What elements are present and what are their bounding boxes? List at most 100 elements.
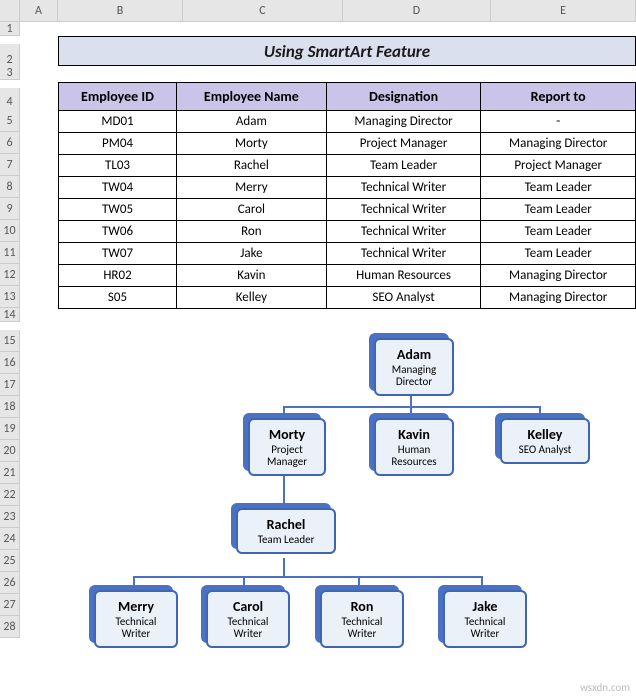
table-row: MD01AdamManaging Director- <box>59 111 636 133</box>
table-cell[interactable]: Project Manager <box>481 155 636 177</box>
row-header-1[interactable]: 1 <box>0 22 20 36</box>
row-header-20[interactable]: 20 <box>0 440 20 462</box>
table-cell[interactable]: Team Leader <box>326 155 481 177</box>
table-cell[interactable]: TW07 <box>59 243 177 265</box>
row-header-12[interactable]: 12 <box>0 264 20 286</box>
col-header-B[interactable]: B <box>58 0 183 22</box>
th-report-to[interactable]: Report to <box>481 83 636 111</box>
connector <box>133 576 135 590</box>
table-cell[interactable]: Morty <box>177 133 327 155</box>
th-employee-id[interactable]: Employee ID <box>59 83 177 111</box>
table-cell[interactable]: Human Resources <box>326 265 481 287</box>
table-cell[interactable]: Project Manager <box>326 133 481 155</box>
corner-cell[interactable] <box>0 0 20 22</box>
row-header-5[interactable]: 5 <box>0 110 20 132</box>
row-header-11[interactable]: 11 <box>0 242 20 264</box>
table-cell[interactable]: Team Leader <box>481 199 636 221</box>
org-node-carol[interactable]: Carol TechnicalWriter <box>206 590 290 648</box>
table-row: TW04MerryTechnical WriterTeam Leader <box>59 177 636 199</box>
table-cell[interactable]: Technical Writer <box>326 199 481 221</box>
table-cell[interactable]: Kelley <box>177 287 327 309</box>
row-header-23[interactable]: 23 <box>0 506 20 528</box>
table-cell[interactable]: Adam <box>177 111 327 133</box>
table-cell[interactable]: Technical Writer <box>326 221 481 243</box>
table-cell[interactable]: Carol <box>177 199 327 221</box>
row-header-6[interactable]: 6 <box>0 132 20 154</box>
table-cell[interactable]: Ron <box>177 221 327 243</box>
row-header-7[interactable]: 7 <box>0 154 20 176</box>
row-header-22[interactable]: 22 <box>0 484 20 506</box>
row-header-21[interactable]: 21 <box>0 462 20 484</box>
table-cell[interactable]: TW05 <box>59 199 177 221</box>
node-name: Jake <box>453 598 517 615</box>
row-header-15[interactable]: 15 <box>0 330 20 352</box>
table-header-row: Employee ID Employee Name Designation Re… <box>59 83 636 111</box>
table-cell[interactable]: TW06 <box>59 221 177 243</box>
table-cell[interactable]: Merry <box>177 177 327 199</box>
table-cell[interactable]: Kavin <box>177 265 327 287</box>
col-header-E[interactable]: E <box>491 0 636 22</box>
th-employee-name[interactable]: Employee Name <box>177 83 327 111</box>
page-title: Using SmartArt Feature <box>58 36 636 66</box>
node-role: TechnicalWriter <box>216 616 280 640</box>
table-cell[interactable]: Jake <box>177 243 327 265</box>
row-header-9[interactable]: 9 <box>0 198 20 220</box>
table-row: TL03RachelTeam LeaderProject Manager <box>59 155 636 177</box>
row-header-28[interactable]: 28 <box>0 616 20 638</box>
row-header-14[interactable]: 14 <box>0 308 20 322</box>
table-cell[interactable]: Team Leader <box>481 177 636 199</box>
connector <box>283 406 541 408</box>
row-header-27[interactable]: 27 <box>0 594 20 616</box>
table-cell[interactable]: SEO Analyst <box>326 287 481 309</box>
org-node-kelley[interactable]: Kelley SEO Analyst <box>500 418 590 464</box>
row-header-10[interactable]: 10 <box>0 220 20 242</box>
org-node-jake[interactable]: Jake TechnicalWriter <box>443 590 527 648</box>
org-chart[interactable]: Adam ManagingDirector Morty ProjectManag… <box>58 338 636 688</box>
org-node-merry[interactable]: Merry TechnicalWriter <box>94 590 178 648</box>
table-cell[interactable]: PM04 <box>59 133 177 155</box>
row-header-3[interactable]: 3 <box>0 66 20 80</box>
col-header-C[interactable]: C <box>183 0 343 22</box>
row-header-19[interactable]: 19 <box>0 418 20 440</box>
th-designation[interactable]: Designation <box>326 83 481 111</box>
table-cell[interactable]: Managing Director <box>326 111 481 133</box>
table-cell[interactable]: Team Leader <box>481 243 636 265</box>
org-node-adam[interactable]: Adam ManagingDirector <box>374 338 454 396</box>
table-cell[interactable]: Managing Director <box>481 265 636 287</box>
row-header-16[interactable]: 16 <box>0 352 20 374</box>
table-cell[interactable]: HR02 <box>59 265 177 287</box>
table-cell[interactable]: Managing Director <box>481 133 636 155</box>
node-name: Ron <box>330 598 394 615</box>
table-row: S05KelleySEO AnalystManaging Director <box>59 287 636 309</box>
col-header-D[interactable]: D <box>343 0 491 22</box>
col-header-A[interactable]: A <box>20 0 58 22</box>
row-header-13[interactable]: 13 <box>0 286 20 308</box>
row-header-26[interactable]: 26 <box>0 572 20 594</box>
row-header-25[interactable]: 25 <box>0 550 20 572</box>
connector <box>481 576 483 590</box>
table-cell[interactable]: - <box>481 111 636 133</box>
node-name: Kavin <box>384 426 444 443</box>
table-cell[interactable]: Rachel <box>177 155 327 177</box>
employee-table: Employee ID Employee Name Designation Re… <box>58 82 636 309</box>
node-role: TechnicalWriter <box>453 616 517 640</box>
table-cell[interactable]: S05 <box>59 287 177 309</box>
org-node-kavin[interactable]: Kavin HumanResources <box>374 418 454 476</box>
table-cell[interactable]: Team Leader <box>481 221 636 243</box>
row-header-8[interactable]: 8 <box>0 176 20 198</box>
table-cell[interactable]: TW04 <box>59 177 177 199</box>
connector <box>410 406 412 418</box>
row-header-24[interactable]: 24 <box>0 528 20 550</box>
table-cell[interactable]: Technical Writer <box>326 243 481 265</box>
table-row: PM04MortyProject ManagerManaging Directo… <box>59 133 636 155</box>
row-header-18[interactable]: 18 <box>0 396 20 418</box>
org-node-morty[interactable]: Morty ProjectManager <box>248 418 326 476</box>
org-node-ron[interactable]: Ron TechnicalWriter <box>320 590 404 648</box>
table-cell[interactable]: Managing Director <box>481 287 636 309</box>
table-cell[interactable]: Technical Writer <box>326 177 481 199</box>
row-header-17[interactable]: 17 <box>0 374 20 396</box>
org-node-rachel[interactable]: Rachel Team Leader <box>236 508 336 554</box>
table-cell[interactable]: TL03 <box>59 155 177 177</box>
table-cell[interactable]: MD01 <box>59 111 177 133</box>
node-name: Morty <box>258 426 316 443</box>
